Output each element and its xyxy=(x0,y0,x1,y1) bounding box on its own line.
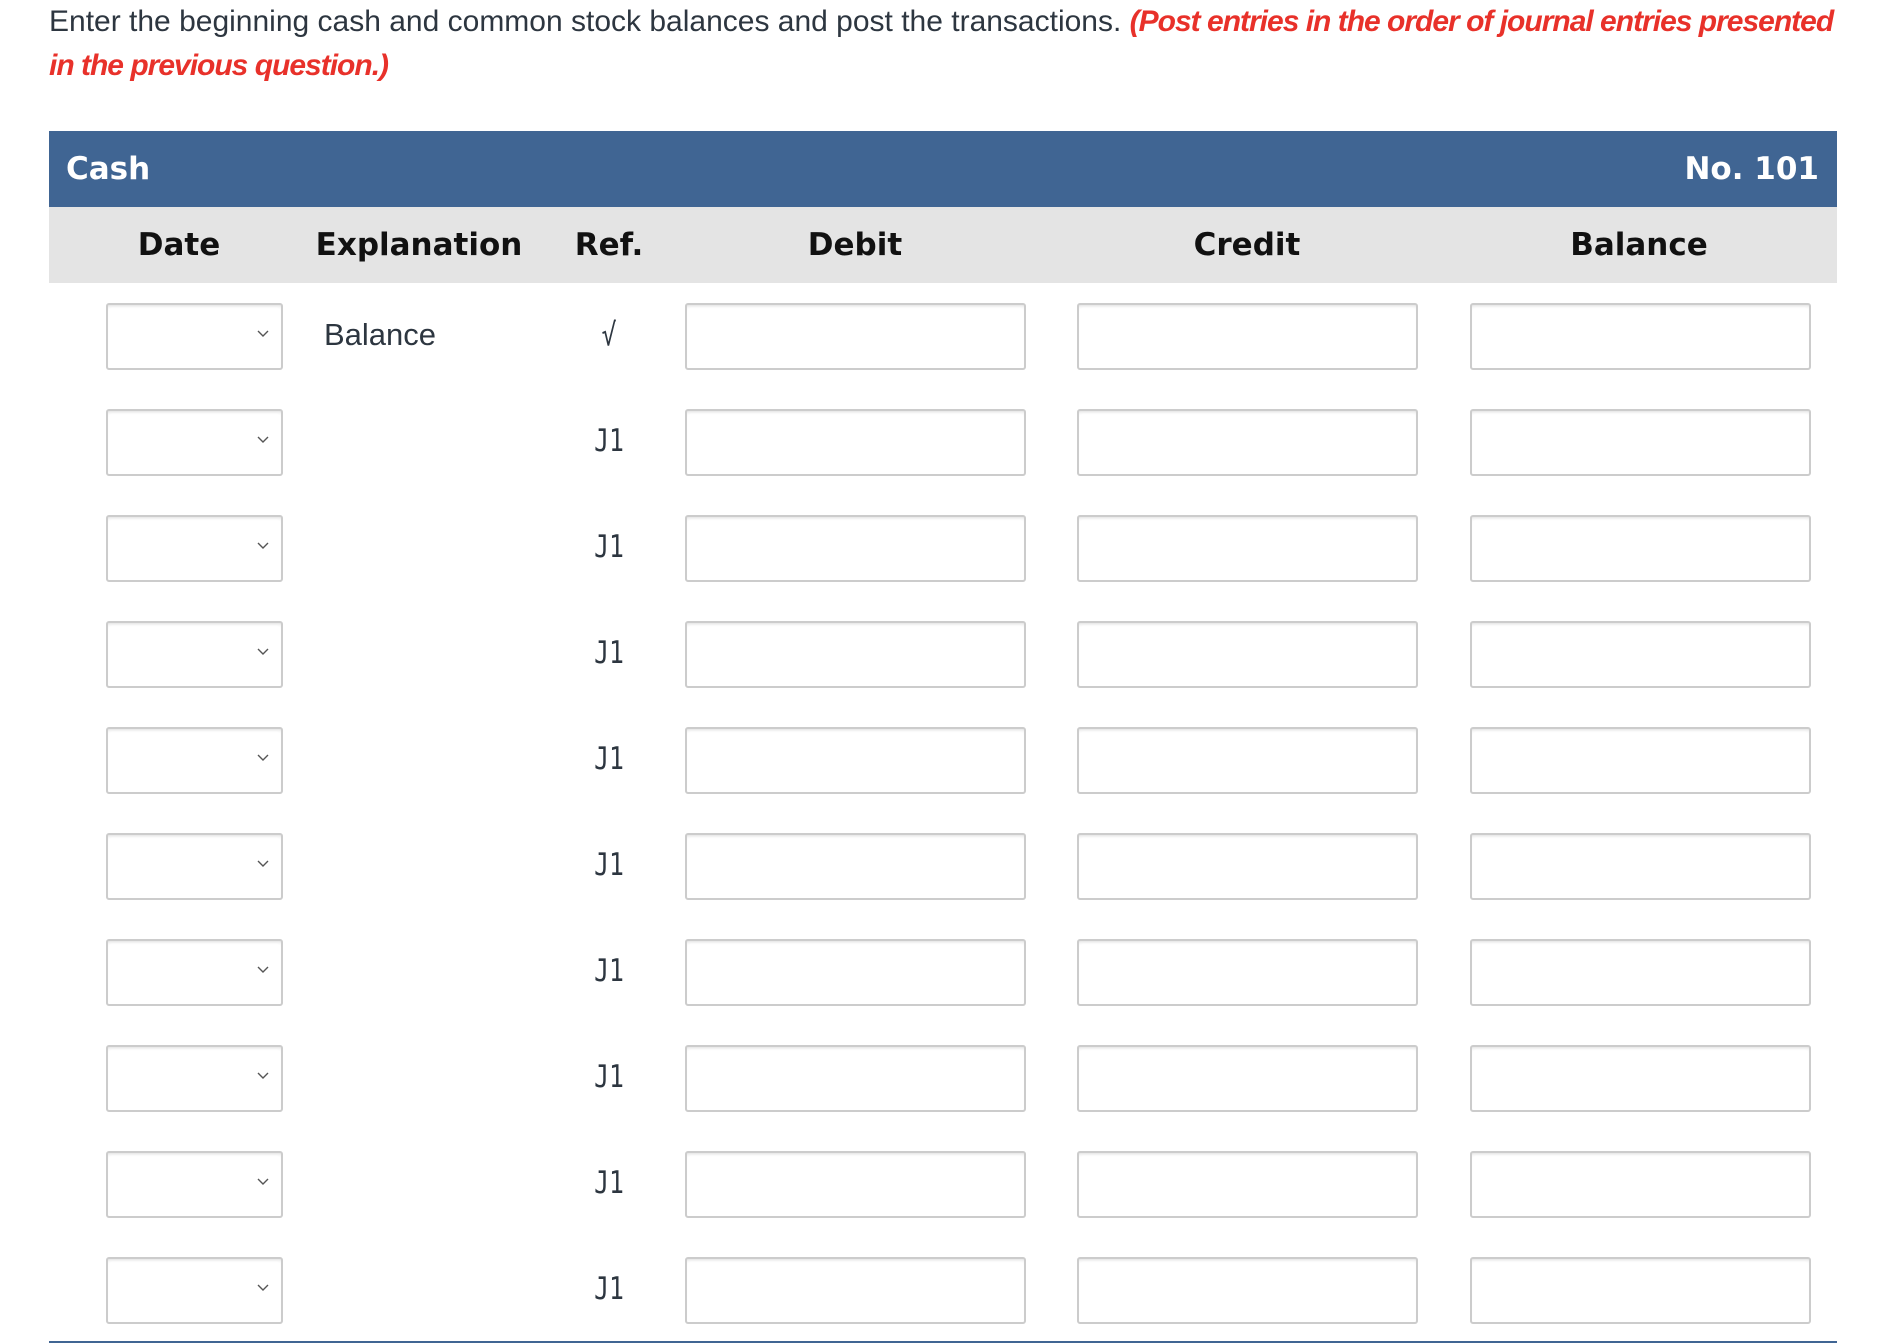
column-header-date: Date xyxy=(137,227,221,263)
debit-input[interactable] xyxy=(685,833,1026,900)
debit-input[interactable] xyxy=(685,621,1026,688)
column-header-explanation: Explanation xyxy=(315,227,523,263)
debit-input[interactable] xyxy=(685,1257,1026,1324)
balance-input[interactable] xyxy=(1470,1257,1811,1324)
debit-input[interactable] xyxy=(685,939,1026,1006)
chevron-down-icon xyxy=(257,966,269,973)
date-dropdown[interactable] xyxy=(106,1257,283,1324)
balance-input[interactable] xyxy=(1470,1151,1811,1218)
ledger-row: Balance √ xyxy=(0,303,1900,370)
debit-input[interactable] xyxy=(685,303,1026,370)
ref-text: J1 xyxy=(594,1059,624,1095)
ref-text: J1 xyxy=(594,1271,624,1307)
credit-input[interactable] xyxy=(1077,727,1418,794)
date-dropdown[interactable] xyxy=(106,833,283,900)
column-header-row: Date Explanation Ref. Debit Credit Balan… xyxy=(49,207,1837,283)
date-dropdown[interactable] xyxy=(106,1045,283,1112)
credit-input[interactable] xyxy=(1077,1151,1418,1218)
credit-input[interactable] xyxy=(1077,515,1418,582)
ledger-row: J1 xyxy=(0,1257,1900,1324)
ref-text: J1 xyxy=(594,1165,624,1201)
ref-text: J1 xyxy=(594,635,624,671)
credit-input[interactable] xyxy=(1077,621,1418,688)
credit-input[interactable] xyxy=(1077,939,1418,1006)
balance-input[interactable] xyxy=(1470,621,1811,688)
ledger-row: J1 xyxy=(0,621,1900,688)
balance-input[interactable] xyxy=(1470,833,1811,900)
chevron-down-icon xyxy=(257,330,269,337)
date-dropdown[interactable] xyxy=(106,621,283,688)
chevron-down-icon xyxy=(257,1178,269,1185)
balance-input[interactable] xyxy=(1470,409,1811,476)
chevron-down-icon xyxy=(257,648,269,655)
ref-text: J1 xyxy=(594,953,624,989)
ledger-row: J1 xyxy=(0,727,1900,794)
ledger-row: J1 xyxy=(0,409,1900,476)
ref-text: J1 xyxy=(594,423,624,459)
chevron-down-icon xyxy=(257,436,269,443)
date-dropdown[interactable] xyxy=(106,939,283,1006)
ledger-account-header: Cash No. 101 xyxy=(49,131,1837,207)
ledger-row: J1 xyxy=(0,939,1900,1006)
account-number: No. 101 xyxy=(1684,151,1819,187)
debit-input[interactable] xyxy=(685,1045,1026,1112)
chevron-down-icon xyxy=(257,1072,269,1079)
date-dropdown[interactable] xyxy=(106,515,283,582)
ref-text: J1 xyxy=(594,847,624,883)
date-dropdown[interactable] xyxy=(106,1151,283,1218)
credit-input[interactable] xyxy=(1077,409,1418,476)
debit-input[interactable] xyxy=(685,727,1026,794)
chevron-down-icon xyxy=(257,542,269,549)
ref-text: J1 xyxy=(594,529,624,565)
chevron-down-icon xyxy=(257,860,269,867)
debit-input[interactable] xyxy=(685,409,1026,476)
debit-input[interactable] xyxy=(685,515,1026,582)
credit-input[interactable] xyxy=(1077,1257,1418,1324)
column-header-credit: Credit xyxy=(1193,227,1301,263)
balance-input[interactable] xyxy=(1470,939,1811,1006)
date-dropdown[interactable] xyxy=(106,303,283,370)
column-header-balance: Balance xyxy=(1570,227,1708,263)
ledger-row: J1 xyxy=(0,1151,1900,1218)
account-name: Cash xyxy=(66,151,151,187)
credit-input[interactable] xyxy=(1077,833,1418,900)
ref-text: J1 xyxy=(594,741,624,777)
balance-input[interactable] xyxy=(1470,515,1811,582)
ledger-row: J1 xyxy=(0,833,1900,900)
date-dropdown[interactable] xyxy=(106,727,283,794)
ref-text: √ xyxy=(601,317,617,353)
debit-input[interactable] xyxy=(685,1151,1026,1218)
credit-input[interactable] xyxy=(1077,303,1418,370)
balance-input[interactable] xyxy=(1470,303,1811,370)
instructions: Enter the beginning cash and common stoc… xyxy=(49,0,1849,88)
balance-input[interactable] xyxy=(1470,727,1811,794)
column-header-debit: Debit xyxy=(807,227,903,263)
balance-input[interactable] xyxy=(1470,1045,1811,1112)
credit-input[interactable] xyxy=(1077,1045,1418,1112)
ledger-row: J1 xyxy=(0,515,1900,582)
chevron-down-icon xyxy=(257,1284,269,1291)
ledger-bottom-divider xyxy=(49,1341,1837,1343)
ledger-row: J1 xyxy=(0,1045,1900,1112)
explanation-text: Balance xyxy=(324,317,437,352)
instructions-text: Enter the beginning cash and common stoc… xyxy=(49,5,1122,38)
chevron-down-icon xyxy=(257,754,269,761)
column-header-ref: Ref. xyxy=(574,227,644,263)
date-dropdown[interactable] xyxy=(106,409,283,476)
